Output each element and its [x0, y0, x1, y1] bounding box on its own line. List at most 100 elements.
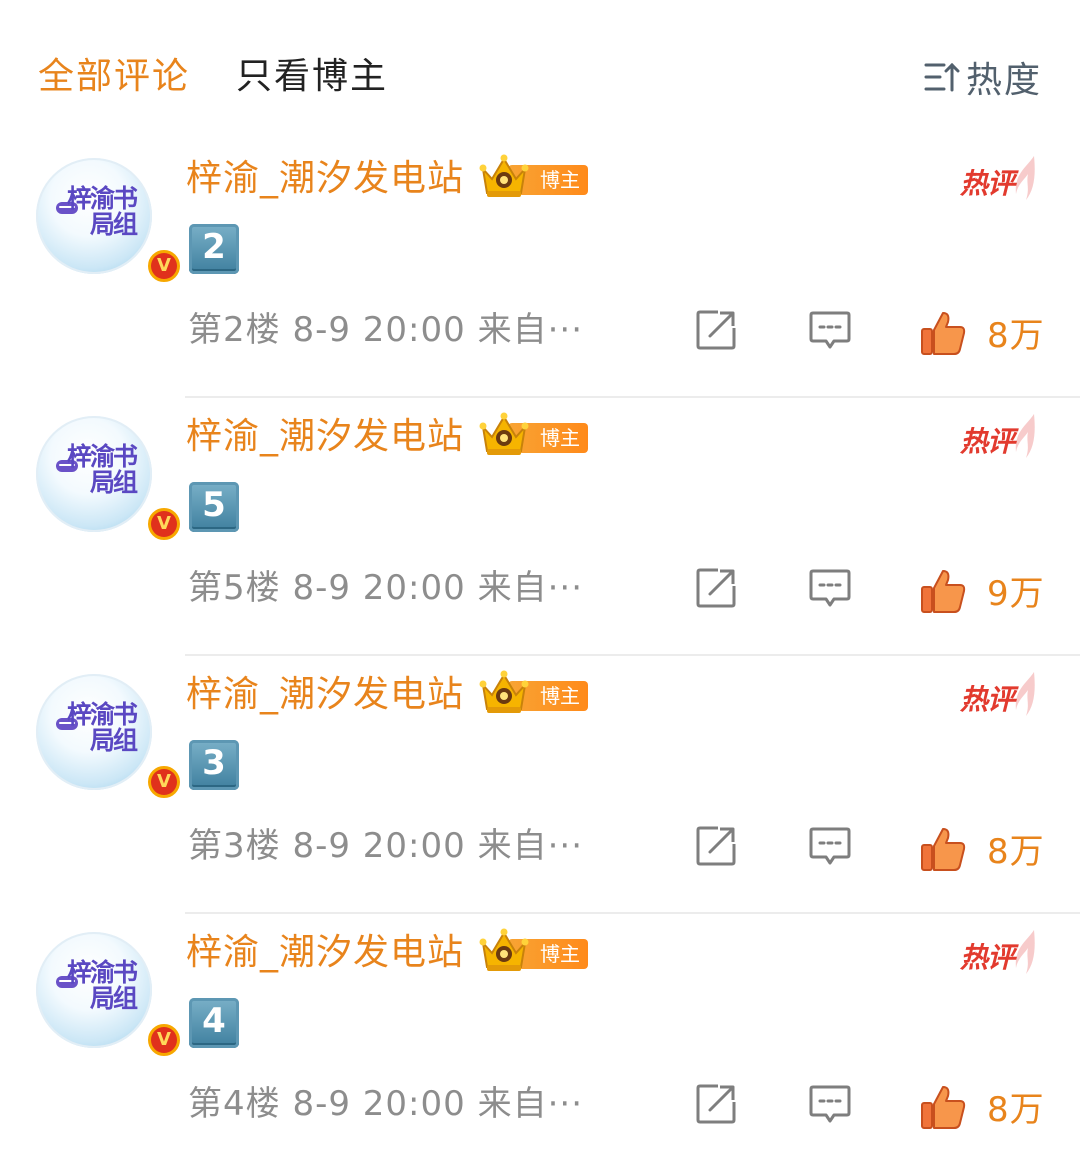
- comment-icon: [809, 569, 851, 607]
- like-button[interactable]: 8万: [919, 1082, 1045, 1131]
- comment-item: 梓渝书局组 V 梓渝_潮汐发电站 博主: [0, 914, 1080, 1168]
- avatar[interactable]: 梓渝书局组 V: [36, 932, 183, 1059]
- like-count: 8万: [987, 832, 1045, 872]
- author-row[interactable]: 梓渝_潮汐发电站 博主: [186, 928, 590, 978]
- comment-meta: 第3楼 8-9 20:00 来自···: [188, 824, 583, 868]
- avatar[interactable]: 梓渝书局组 V: [36, 416, 183, 543]
- like-count: 9万: [987, 574, 1045, 614]
- tab-blogger-only[interactable]: 只看博主: [236, 52, 388, 102]
- verified-v-icon: V: [151, 1027, 177, 1053]
- comment-time: 8-9 20:00: [292, 826, 466, 866]
- share-icon: [696, 310, 736, 350]
- crown-icon: [479, 154, 529, 197]
- keycap-number: 2: [189, 224, 239, 274]
- comment-meta: 第2楼 8-9 20:00 来自···: [188, 308, 583, 352]
- avatar-text: 梓渝书局组: [66, 184, 138, 239]
- sort-label: 热度: [965, 60, 1042, 101]
- keycap-digit: 5: [202, 485, 226, 525]
- like-count: 8万: [987, 1090, 1045, 1130]
- crown-icon: [479, 412, 529, 455]
- username[interactable]: 梓渝_潮汐发电站: [186, 154, 464, 204]
- comment-list: 梓渝书局组 V 梓渝_潮汐发电站 博主 热评 2 第2楼 8-9 20:00 来…: [0, 140, 1080, 1168]
- comment-icon: [809, 311, 851, 349]
- thumbs-up-icon: [921, 569, 966, 613]
- share-icon: [696, 1084, 736, 1124]
- tab-all-comments[interactable]: 全部评论: [38, 52, 190, 102]
- hot-comment-label: 热评: [960, 683, 1015, 716]
- reply-button[interactable]: [808, 566, 852, 614]
- keycap-digit: 3: [202, 743, 226, 783]
- share-button[interactable]: [694, 824, 738, 872]
- verified-v-icon: V: [151, 769, 177, 795]
- keycap-number: 4: [189, 998, 239, 1048]
- comment-icon: [809, 827, 851, 865]
- comment-source[interactable]: 来自···: [478, 568, 583, 608]
- keycap-digit: 4: [202, 1001, 226, 1041]
- keycap-digit: 2: [202, 227, 226, 267]
- crown-icon: [479, 670, 529, 713]
- thumbs-up-icon: [921, 1085, 966, 1129]
- share-icon: [696, 568, 736, 608]
- share-button[interactable]: [694, 1082, 738, 1130]
- like-button[interactable]: 8万: [919, 824, 1045, 873]
- blogger-badge: 博主: [478, 412, 590, 457]
- like-count: 8万: [987, 316, 1045, 356]
- hot-comment-label: 热评: [960, 167, 1015, 200]
- hot-comment-badge: 热评: [958, 670, 1038, 730]
- sort-icon: [924, 62, 960, 92]
- avatar-text: 梓渝书局组: [66, 442, 138, 497]
- comment-source[interactable]: 来自···: [478, 310, 583, 350]
- verified-badge: V: [145, 247, 183, 285]
- avatar-text: 梓渝书局组: [66, 700, 138, 755]
- hot-comment-badge: 热评: [958, 412, 1038, 472]
- like-button[interactable]: 8万: [919, 308, 1045, 357]
- verified-v-icon: V: [151, 511, 177, 537]
- blogger-badge: 博主: [478, 670, 590, 715]
- username[interactable]: 梓渝_潮汐发电站: [186, 670, 464, 720]
- floor-number: 第3楼: [188, 826, 281, 866]
- thumbs-up-icon: [921, 827, 966, 871]
- verified-v-icon: V: [151, 253, 177, 279]
- avatar[interactable]: 梓渝书局组 V: [36, 674, 183, 801]
- hot-comment-label: 热评: [960, 941, 1015, 974]
- verified-badge: V: [145, 505, 183, 543]
- share-button[interactable]: [694, 308, 738, 356]
- verified-badge: V: [145, 1021, 183, 1059]
- author-row[interactable]: 梓渝_潮汐发电站 博主: [186, 412, 590, 462]
- comment-source[interactable]: 来自···: [478, 1084, 583, 1124]
- comment-time: 8-9 20:00: [292, 310, 466, 350]
- blogger-badge: 博主: [478, 154, 590, 199]
- keycap-number: 5: [189, 482, 239, 532]
- floor-number: 第5楼: [188, 568, 281, 608]
- comment-time: 8-9 20:00: [292, 1084, 466, 1124]
- verified-badge: V: [145, 763, 183, 801]
- comment-item: 梓渝书局组 V 梓渝_潮汐发电站 博主: [0, 398, 1080, 656]
- reply-button[interactable]: [808, 824, 852, 872]
- comment-time: 8-9 20:00: [292, 568, 466, 608]
- keycap-number: 3: [189, 740, 239, 790]
- share-icon: [696, 826, 736, 866]
- hot-comment-badge: 热评: [958, 154, 1038, 214]
- like-button[interactable]: 9万: [919, 566, 1045, 615]
- blogger-badge: 博主: [478, 928, 590, 973]
- sort-by-heat-button[interactable]: 热度: [924, 52, 1042, 102]
- thumbs-up-icon: [921, 311, 966, 355]
- share-button[interactable]: [694, 566, 738, 614]
- floor-number: 第4楼: [188, 1084, 281, 1124]
- author-row[interactable]: 梓渝_潮汐发电站 博主: [186, 670, 590, 720]
- reply-button[interactable]: [808, 1082, 852, 1130]
- comment-item: 梓渝书局组 V 梓渝_潮汐发电站 博主: [0, 140, 1080, 398]
- comment-icon: [809, 1085, 851, 1123]
- comment-item: 梓渝书局组 V 梓渝_潮汐发电站 博主: [0, 656, 1080, 914]
- avatar[interactable]: 梓渝书局组 V: [36, 158, 183, 285]
- comment-source[interactable]: 来自···: [478, 826, 583, 866]
- author-row[interactable]: 梓渝_潮汐发电站 博主: [186, 154, 590, 204]
- comment-meta: 第4楼 8-9 20:00 来自···: [188, 1082, 583, 1126]
- crown-icon: [479, 928, 529, 971]
- username[interactable]: 梓渝_潮汐发电站: [186, 412, 464, 462]
- username[interactable]: 梓渝_潮汐发电站: [186, 928, 464, 978]
- reply-button[interactable]: [808, 308, 852, 356]
- comment-meta: 第5楼 8-9 20:00 来自···: [188, 566, 583, 610]
- avatar-text: 梓渝书局组: [66, 958, 138, 1013]
- hot-comment-badge: 热评: [958, 928, 1038, 988]
